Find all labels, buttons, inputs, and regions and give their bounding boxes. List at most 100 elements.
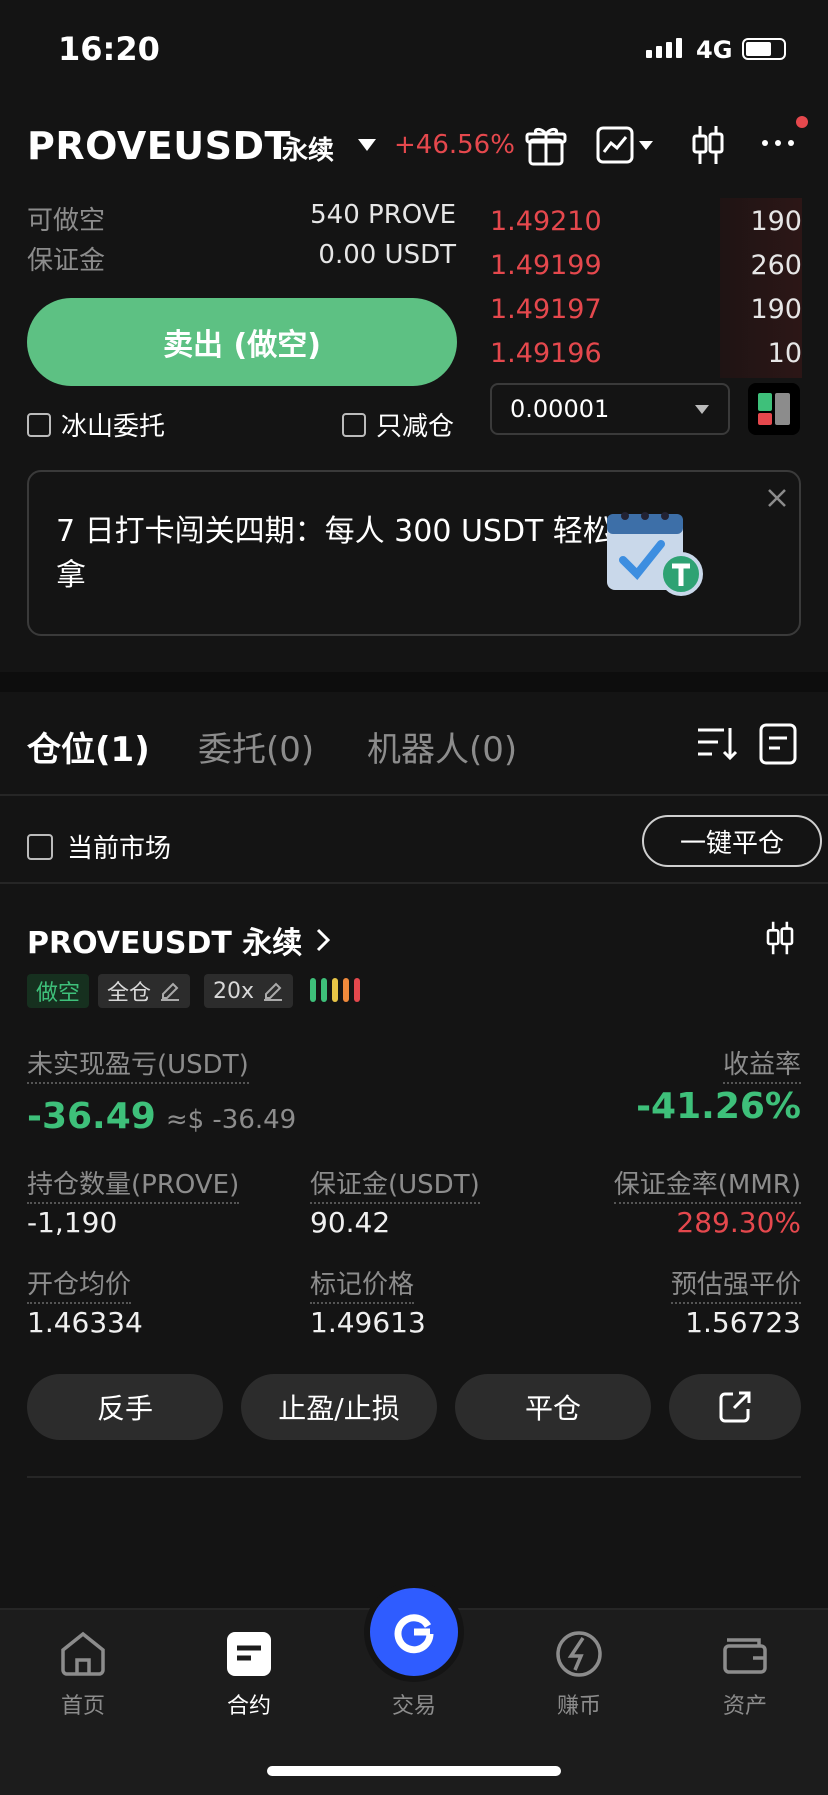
mmr-value: 289.30% xyxy=(676,1206,801,1239)
tp-sl-button[interactable]: 止盈/止损 xyxy=(241,1374,437,1440)
iceberg-label: 冰山委托 xyxy=(61,412,166,442)
tab-positions[interactable]: 仓位(1) xyxy=(27,722,150,771)
banner-text: 7 日打卡闯关四期：每人 300 USDT 轻松拿 xyxy=(56,514,613,593)
leverage-badge[interactable]: 20x xyxy=(204,974,294,1008)
candlestick-icon[interactable] xyxy=(764,920,796,956)
ask-row[interactable]: 1.49199 260 xyxy=(490,250,802,281)
share-icon xyxy=(719,1391,751,1423)
ask-row[interactable]: 1.49196 10 xyxy=(490,338,802,369)
mmr-label: 保证金率(MMR) xyxy=(613,1164,801,1204)
edit-icon xyxy=(161,982,180,1001)
pnl-value-group: -36.49 ≈$ -36.49 xyxy=(27,1096,296,1137)
roe-label: 收益率 xyxy=(722,1044,801,1084)
divider xyxy=(0,882,828,884)
wallet-icon xyxy=(723,1638,767,1674)
margin-value: 0.00 USDT xyxy=(318,240,456,270)
nav-label: 首页 xyxy=(60,1694,105,1719)
iceberg-checkbox[interactable]: 冰山委托 xyxy=(27,406,165,443)
nav-label: 交易 xyxy=(391,1694,436,1719)
tick-size-select[interactable]: 0.00001 xyxy=(490,383,730,435)
nav-trade[interactable]: 交易 xyxy=(359,1582,469,1720)
divider xyxy=(27,1476,801,1478)
sort-icon[interactable] xyxy=(696,724,738,764)
share-button[interactable] xyxy=(669,1374,801,1440)
pnl-value: -36.49 xyxy=(27,1096,156,1137)
network-label: 4G xyxy=(696,36,733,64)
tab-bots[interactable]: 机器人(0) xyxy=(367,722,517,771)
signal-icon xyxy=(646,38,682,58)
entry-price-value: 1.46334 xyxy=(27,1306,143,1339)
promo-banner[interactable]: 7 日打卡闯关四期：每人 300 USDT 轻松拿 xyxy=(27,470,801,636)
more-icon[interactable] xyxy=(762,140,794,146)
divider xyxy=(0,794,828,796)
margin-mode-label: 全仓 xyxy=(107,981,152,1006)
price-change: +46.56% xyxy=(394,130,515,160)
available-short-label: 可做空 xyxy=(27,206,106,236)
position-title: PROVEUSDT 永续 xyxy=(27,926,303,961)
mmr-label-text: 保证金率(MMR) xyxy=(613,1170,801,1204)
pnl-approx: ≈$ -36.49 xyxy=(165,1105,297,1135)
leverage-label: 20x xyxy=(213,978,255,1004)
close-icon[interactable] xyxy=(765,486,789,510)
bottom-nav: 首页 合约 交易 赚币 资产 xyxy=(0,1582,828,1795)
mark-price-label-text: 标记价格 xyxy=(310,1270,415,1304)
chevron-right-icon xyxy=(317,928,331,952)
adl-indicator-icon xyxy=(310,978,360,1002)
close-all-button[interactable]: 一键平仓 xyxy=(642,815,822,867)
ask-qty: 10 xyxy=(767,338,802,369)
pair-title[interactable]: PROVEUSDT xyxy=(27,124,291,168)
calendar-check-icon xyxy=(599,502,707,602)
sell-short-button[interactable]: 卖出 (做空) xyxy=(27,298,457,386)
roe-value: -41.26% xyxy=(636,1086,801,1127)
nav-home[interactable]: 首页 xyxy=(28,1628,138,1720)
order-history-icon[interactable] xyxy=(758,722,798,766)
liq-price-label: 预估强平价 xyxy=(670,1264,801,1304)
nav-earn[interactable]: 赚币 xyxy=(524,1628,634,1720)
notification-dot xyxy=(796,116,808,128)
chart-line-icon[interactable] xyxy=(596,126,654,164)
roe-label-text: 收益率 xyxy=(722,1050,801,1084)
ask-qty: 190 xyxy=(750,294,802,325)
position-title-link[interactable]: PROVEUSDT 永续 xyxy=(27,918,334,962)
entry-price-label: 开仓均价 xyxy=(27,1264,132,1304)
nav-label: 合约 xyxy=(226,1694,271,1719)
mark-price-label: 标记价格 xyxy=(310,1264,415,1304)
ask-price: 1.49196 xyxy=(490,338,602,369)
margin-mode-badge[interactable]: 全仓 xyxy=(98,974,191,1008)
orderbook-layout-icon[interactable] xyxy=(748,383,800,435)
ask-price: 1.49210 xyxy=(490,206,602,237)
ask-row[interactable]: 1.49197 190 xyxy=(490,294,802,325)
nav-futures[interactable]: 合约 xyxy=(194,1628,304,1720)
entry-price-label-text: 开仓均价 xyxy=(27,1270,132,1304)
margin-label: 保证金 xyxy=(27,246,106,276)
nav-assets[interactable]: 资产 xyxy=(690,1628,800,1720)
candlestick-icon[interactable] xyxy=(690,124,726,166)
home-indicator xyxy=(267,1766,561,1776)
position-margin-label-text: 保证金(USDT) xyxy=(310,1170,480,1204)
contract-type[interactable]: 永续 xyxy=(282,130,334,167)
checkbox-icon[interactable] xyxy=(27,833,53,860)
tab-orders[interactable]: 委托(0) xyxy=(198,722,314,771)
liq-price-value: 1.56723 xyxy=(685,1306,801,1339)
current-market-label: 当前市场 xyxy=(67,834,172,864)
ask-price: 1.49197 xyxy=(490,294,602,325)
current-market-filter[interactable]: 当前市场 xyxy=(27,828,171,865)
mark-price-value: 1.49613 xyxy=(310,1306,426,1339)
checkbox-icon[interactable] xyxy=(342,412,366,437)
reduce-only-checkbox[interactable]: 只减仓 xyxy=(342,406,454,443)
edit-icon xyxy=(264,982,283,1001)
pnl-label-text: 未实现盈亏(USDT) xyxy=(27,1050,249,1084)
checkbox-icon[interactable] xyxy=(27,412,51,437)
caret-down-icon xyxy=(695,405,709,414)
section-separator xyxy=(0,672,828,692)
ask-price: 1.49199 xyxy=(490,250,602,281)
ask-qty: 190 xyxy=(750,206,802,237)
tick-size-value: 0.00001 xyxy=(510,395,610,423)
nav-label: 资产 xyxy=(722,1694,767,1719)
gift-icon[interactable] xyxy=(524,124,568,168)
reverse-button[interactable]: 反手 xyxy=(27,1374,223,1440)
close-position-button[interactable]: 平仓 xyxy=(455,1374,651,1440)
caret-down-icon[interactable] xyxy=(356,136,378,154)
ask-row[interactable]: 1.49210 190 xyxy=(490,206,802,237)
qty-label: 持仓数量(PROVE) xyxy=(27,1164,240,1204)
